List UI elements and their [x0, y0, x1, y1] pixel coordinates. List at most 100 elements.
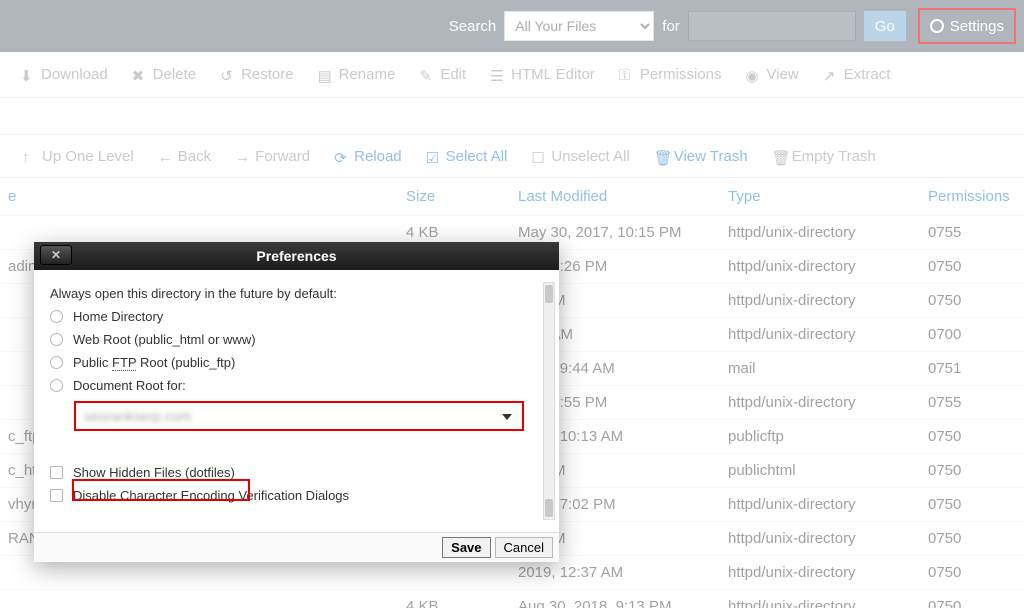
cell-type: publichtml	[720, 454, 920, 488]
reload-button[interactable]: ⟳ Reload	[322, 148, 414, 165]
search-label: Search	[449, 18, 497, 35]
nav-toolbar: ↑Up One Level ←Back → Forward ⟳ Reload ☑ Se…	[0, 134, 1024, 178]
html-editor-label: HTML Editor	[511, 66, 595, 83]
permissions-icon: ⚿	[619, 67, 634, 82]
reload-icon: ⟳	[334, 149, 348, 163]
intro-text: Always open this directory in the future…	[50, 286, 543, 301]
unselect-all-icon: ☐	[531, 149, 545, 163]
view-trash-button[interactable]: 🗑View Trash	[642, 148, 760, 165]
back-button[interactable]: ←Back	[146, 148, 223, 165]
cell-perm: 0750	[920, 488, 1024, 522]
download-label: Download	[41, 66, 108, 83]
opt-home-directory[interactable]: Home Directory	[50, 309, 543, 324]
extract-button[interactable]: ↗Extract	[811, 52, 903, 97]
opt-docroot-label: Document Root for:	[73, 378, 186, 393]
table-header-row: e Size Last Modified Type Permissions	[0, 178, 1024, 216]
view-button[interactable]: ◉View	[734, 52, 811, 97]
top-search-bar: Search All Your Files for Go Settings	[0, 0, 1024, 52]
checkbox-icon	[50, 489, 63, 502]
opt-web-root[interactable]: Web Root (public_html or www)	[50, 332, 543, 347]
opt-public-ftp[interactable]: Public FTP Root (public_ftp)	[50, 355, 543, 370]
empty-trash-button[interactable]: 🗑Empty Trash	[760, 148, 888, 165]
select-all-label: Select All	[446, 148, 508, 165]
preferences-dialog: ✕ Preferences Always open this directory…	[34, 242, 559, 562]
up-one-level-button[interactable]: ↑Up One Level	[10, 148, 146, 165]
permissions-button[interactable]: ⚿Permissions	[607, 52, 734, 97]
cell-type: httpd/unix-directory	[720, 216, 920, 250]
radio-icon	[50, 333, 63, 346]
search-for-label: for	[662, 18, 680, 35]
edit-button[interactable]: ✎Edit	[407, 52, 478, 97]
rename-button[interactable]: ▤Rename	[306, 52, 408, 97]
chk-disable-charset[interactable]: Disable Character Encoding Verification …	[50, 488, 543, 503]
delete-button[interactable]: ✖Delete	[120, 52, 208, 97]
cell-type: httpd/unix-directory	[720, 488, 920, 522]
close-button[interactable]: ✕	[40, 245, 72, 265]
opt-home-label: Home Directory	[73, 309, 163, 324]
select-all-icon: ☑	[426, 149, 440, 163]
scroll-up-icon	[545, 285, 553, 303]
table-row[interactable]: 4 KBAug 30, 2018, 9:13 PMhttpd/unix-dire…	[0, 590, 1024, 608]
cell-type: httpd/unix-directory	[720, 522, 920, 556]
radio-icon	[50, 310, 63, 323]
up-label: Up One Level	[42, 148, 134, 165]
dialog-body: Always open this directory in the future…	[34, 270, 559, 532]
settings-label: Settings	[950, 18, 1004, 35]
view-trash-label: View Trash	[674, 148, 748, 165]
forward-icon: →	[235, 149, 249, 163]
radio-icon	[50, 379, 63, 392]
col-permissions[interactable]: Permissions	[920, 178, 1024, 216]
cell-perm: 0750	[920, 284, 1024, 318]
settings-button[interactable]: Settings	[918, 8, 1016, 44]
cell-modified: Aug 30, 2018, 9:13 PM	[510, 590, 720, 608]
search-input[interactable]	[688, 11, 856, 41]
cell-type: mail	[720, 352, 920, 386]
search-scope-select[interactable]: All Your Files	[504, 11, 654, 41]
checkbox-icon	[50, 466, 63, 479]
chk-show-hidden[interactable]: Show Hidden Files (dotfiles)	[50, 465, 543, 480]
cell-perm: 0750	[920, 522, 1024, 556]
cell-perm: 0750	[920, 556, 1024, 590]
col-size[interactable]: Size	[398, 178, 510, 216]
document-root-select[interactable]: seorankserp.com	[74, 401, 524, 431]
col-modified[interactable]: Last Modified	[510, 178, 720, 216]
search-go-button[interactable]: Go	[864, 11, 906, 41]
opt-webroot-label: Web Root (public_html or www)	[73, 332, 256, 347]
cell-type: publicftp	[720, 420, 920, 454]
cell-name	[0, 590, 398, 608]
unselect-all-label: Unselect All	[551, 148, 629, 165]
extract-icon: ↗	[823, 67, 838, 82]
chk-charset-label: Disable Character Encoding Verification …	[73, 488, 349, 503]
dialog-titlebar: ✕ Preferences	[34, 242, 559, 270]
cell-type: httpd/unix-directory	[720, 590, 920, 608]
radio-icon	[50, 356, 63, 369]
dialog-scrollbar[interactable]	[543, 282, 555, 520]
dialog-title: Preferences	[256, 248, 336, 264]
col-name[interactable]: e	[0, 178, 398, 216]
forward-label: Forward	[255, 148, 310, 165]
restore-button[interactable]: ↺Restore	[208, 52, 306, 97]
dialog-footer: Save Cancel	[34, 532, 559, 562]
toolbar-spacer	[0, 98, 1024, 134]
forward-button[interactable]: → Forward	[223, 148, 322, 165]
cell-size: 4 KB	[398, 590, 510, 608]
action-toolbar: ⬇Download ✖Delete ↺Restore ▤Rename ✎Edit…	[0, 52, 1024, 98]
opt-document-root[interactable]: Document Root for:	[50, 378, 543, 393]
unselect-all-button[interactable]: ☐ Unselect All	[519, 148, 641, 165]
cell-type: httpd/unix-directory	[720, 284, 920, 318]
reload-label: Reload	[354, 148, 402, 165]
cancel-button[interactable]: Cancel	[495, 537, 553, 558]
opt-publicftp-label: Public FTP Root (public_ftp)	[73, 355, 235, 370]
select-all-button[interactable]: ☑ Select All	[414, 148, 520, 165]
col-type[interactable]: Type	[720, 178, 920, 216]
cell-perm: 0700	[920, 318, 1024, 352]
html-editor-button[interactable]: ☰HTML Editor	[478, 52, 607, 97]
empty-trash-label: Empty Trash	[792, 148, 876, 165]
delete-icon: ✖	[132, 67, 147, 82]
save-button[interactable]: Save	[442, 537, 490, 558]
rename-label: Rename	[339, 66, 396, 83]
view-icon: ◉	[746, 67, 761, 82]
edit-label: Edit	[440, 66, 466, 83]
cell-type: httpd/unix-directory	[720, 250, 920, 284]
download-button[interactable]: ⬇Download	[8, 52, 120, 97]
